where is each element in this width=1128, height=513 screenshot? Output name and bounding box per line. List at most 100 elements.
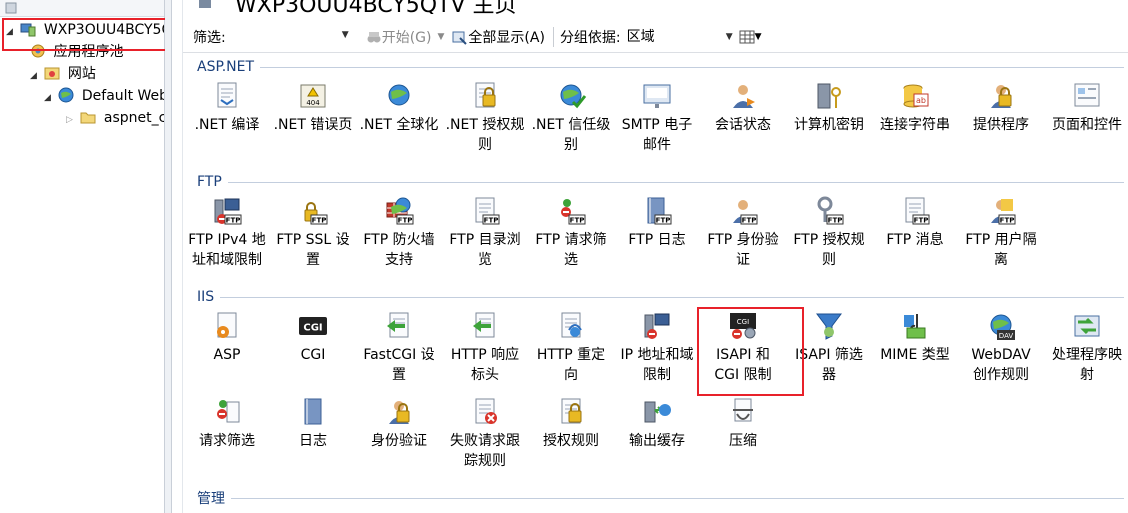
show-all-button[interactable]: 全部显示(A) xyxy=(452,27,545,47)
feature-label: FTP 请求筛 xyxy=(535,232,607,248)
section-ftp[interactable]: FTP xyxy=(197,173,1128,191)
globe-icon xyxy=(58,87,74,103)
tree-node-default-site[interactable]: ◢ Default Web Site xyxy=(44,86,164,108)
feature-label-line2: 置 xyxy=(392,367,406,383)
tree-node-aspnet[interactable]: ▷ aspnet_client xyxy=(66,108,164,130)
up-icon[interactable] xyxy=(4,1,18,15)
feature-net-compilation[interactable]: .NET 编译 xyxy=(184,76,270,156)
feature-webdav-authoring[interactable]: DAV WebDAV 创作规则 xyxy=(958,306,1044,386)
feature-label: 身份验证 xyxy=(371,433,427,449)
asp-icon xyxy=(211,310,243,342)
output-caching-icon xyxy=(641,396,673,428)
binoculars-icon xyxy=(367,32,381,43)
ftp-messages-icon: FTP xyxy=(899,195,931,227)
feature-label-line2: 离 xyxy=(994,252,1008,268)
feature-logging[interactable]: 日志 xyxy=(270,392,356,472)
collapse-icon[interactable]: ◢ xyxy=(44,88,54,108)
feature-label: MIME 类型 xyxy=(880,347,950,363)
feature-net-globalization[interactable]: .NET 全球化 xyxy=(356,76,442,156)
feature-label-line2: 览 xyxy=(478,252,492,268)
start-label: 开始(G) xyxy=(381,30,432,46)
feature-label: FTP 日志 xyxy=(628,232,686,248)
request-filtering-icon xyxy=(211,396,243,428)
dropdown-arrow-icon[interactable]: ▼ xyxy=(438,32,445,42)
feature-handler-mappings[interactable]: 处理程序映射 xyxy=(1044,306,1128,386)
svg-text:CGI: CGI xyxy=(303,323,322,334)
feature-smtp-email[interactable]: SMTP 电子 邮件 xyxy=(614,76,700,156)
feature-machine-key[interactable]: 计算机密钥 xyxy=(786,76,872,156)
isapi-filters-icon xyxy=(813,310,845,342)
feature-ftp-logging[interactable]: FTP FTP 日志 xyxy=(614,191,700,271)
section-ftp-label: FTP xyxy=(197,174,222,190)
ftp-user-isolation-icon: FTP xyxy=(985,195,1017,227)
group-by-label: 分组依据: xyxy=(559,30,621,46)
filter-input[interactable]: ▼ xyxy=(227,26,349,48)
feature-label-line2: 射 xyxy=(1080,367,1094,383)
svg-text:FTP: FTP xyxy=(1000,217,1015,225)
feature-net-trust-levels[interactable]: .NET 信任级别 xyxy=(528,76,614,156)
connections-tree: ◢ WXP3OUU4BCY5QTV 应用程序池 ◢ 网站 ◢ Default W… xyxy=(0,0,165,513)
pane-splitter[interactable] xyxy=(165,0,172,513)
server-icon xyxy=(199,0,211,8)
feature-label: 页面和控件 xyxy=(1052,117,1122,133)
feature-ftp-ssl[interactable]: FTP FTP SSL 设置 xyxy=(270,191,356,271)
feature-failed-request-tracing[interactable]: 失败请求跟 踪规则 xyxy=(442,392,528,472)
feature-ftp-authorization[interactable]: FTP FTP 授权规则 xyxy=(786,191,872,271)
feature-http-response-headers[interactable]: HTTP 响应 标头 xyxy=(442,306,528,386)
svg-text:FTP: FTP xyxy=(570,217,585,225)
svg-text:DAV: DAV xyxy=(999,332,1014,340)
feature-pages-controls[interactable]: 页面和控件 xyxy=(1044,76,1128,156)
feature-connection-strings[interactable]: ab 连接字符串 xyxy=(872,76,958,156)
net-authorization-icon xyxy=(469,80,501,112)
feature-session-state[interactable]: 会话状态 xyxy=(700,76,786,156)
feature-mime-types[interactable]: MIME 类型 xyxy=(872,306,958,386)
section-iis[interactable]: IIS xyxy=(197,288,1128,306)
feature-authentication[interactable]: 身份验证 xyxy=(356,392,442,472)
grid-view-icon xyxy=(739,30,755,44)
feature-label: SMTP 电子 xyxy=(621,117,693,133)
feature-ftp-firewall[interactable]: FTP FTP 防火墙 支持 xyxy=(356,191,442,271)
feature-label: .NET 错误页 xyxy=(273,117,353,133)
handler-mappings-icon xyxy=(1071,310,1103,342)
feature-ftp-ip-restrictions[interactable]: FTP FTP IPv4 地址和域限制 xyxy=(184,191,270,271)
feature-ip-domain-restrictions[interactable]: IP 地址和域 限制 xyxy=(614,306,700,386)
feature-net-authorization[interactable]: .NET 授权规则 xyxy=(442,76,528,156)
dropdown-arrow-icon[interactable]: ▼ xyxy=(342,30,349,40)
feature-request-filtering[interactable]: 请求筛选 xyxy=(184,392,270,472)
feature-asp[interactable]: ASP xyxy=(184,306,270,386)
collapse-icon[interactable]: ◢ xyxy=(30,66,40,86)
dropdown-arrow-icon[interactable]: ▼ xyxy=(726,27,733,47)
feature-http-redirect[interactable]: HTTP 重定向 xyxy=(528,306,614,386)
feature-providers[interactable]: 提供程序 xyxy=(958,76,1044,156)
feature-label: 失败请求跟 xyxy=(450,433,520,449)
feature-label: 日志 xyxy=(299,433,327,449)
tree-node-sites[interactable]: ◢ 网站 xyxy=(30,64,96,84)
feature-label-line2: 标头 xyxy=(471,367,499,383)
feature-label: 授权规则 xyxy=(543,433,599,449)
connection-strings-icon: ab xyxy=(899,80,931,112)
feature-compression[interactable]: 压缩 xyxy=(700,392,786,472)
isapi-highlight-box xyxy=(697,307,804,396)
feature-ftp-messages[interactable]: FTP FTP 消息 xyxy=(872,191,958,271)
feature-authorization-rules[interactable]: 授权规则 xyxy=(528,392,614,472)
group-by-select[interactable]: 区域 ▼ xyxy=(627,27,733,47)
feature-ftp-directory-browsing[interactable]: FTP FTP 目录浏览 xyxy=(442,191,528,271)
svg-text:FTP: FTP xyxy=(398,217,413,225)
section-aspnet[interactable]: ASP.NET xyxy=(197,58,1128,76)
feature-ftp-user-isolation[interactable]: FTP FTP 用户隔离 xyxy=(958,191,1044,271)
feature-ftp-request-filtering[interactable]: FTP FTP 请求筛选 xyxy=(528,191,614,271)
svg-text:FTP: FTP xyxy=(226,217,241,225)
feature-cgi[interactable]: CGI CGI xyxy=(270,306,356,386)
expand-icon[interactable]: ▷ xyxy=(66,110,76,130)
feature-fastcgi[interactable]: FastCGI 设置 xyxy=(356,306,442,386)
start-button[interactable]: 开始(G) ▼ xyxy=(366,27,445,47)
feature-label: IP 地址和域 xyxy=(620,347,694,363)
tree-scrollbar[interactable] xyxy=(172,0,183,513)
feature-output-caching[interactable]: 输出缓存 xyxy=(614,392,700,472)
dropdown-arrow-icon[interactable]: ▼ xyxy=(755,32,762,42)
section-manage[interactable]: 管理 xyxy=(197,489,1128,507)
view-mode-button[interactable]: ▼ xyxy=(739,30,762,44)
svg-text:FTP: FTP xyxy=(484,217,499,225)
feature-ftp-authentication[interactable]: FTP FTP 身份验证 xyxy=(700,191,786,271)
feature-net-error-pages[interactable]: 404 .NET 错误页 xyxy=(270,76,356,156)
